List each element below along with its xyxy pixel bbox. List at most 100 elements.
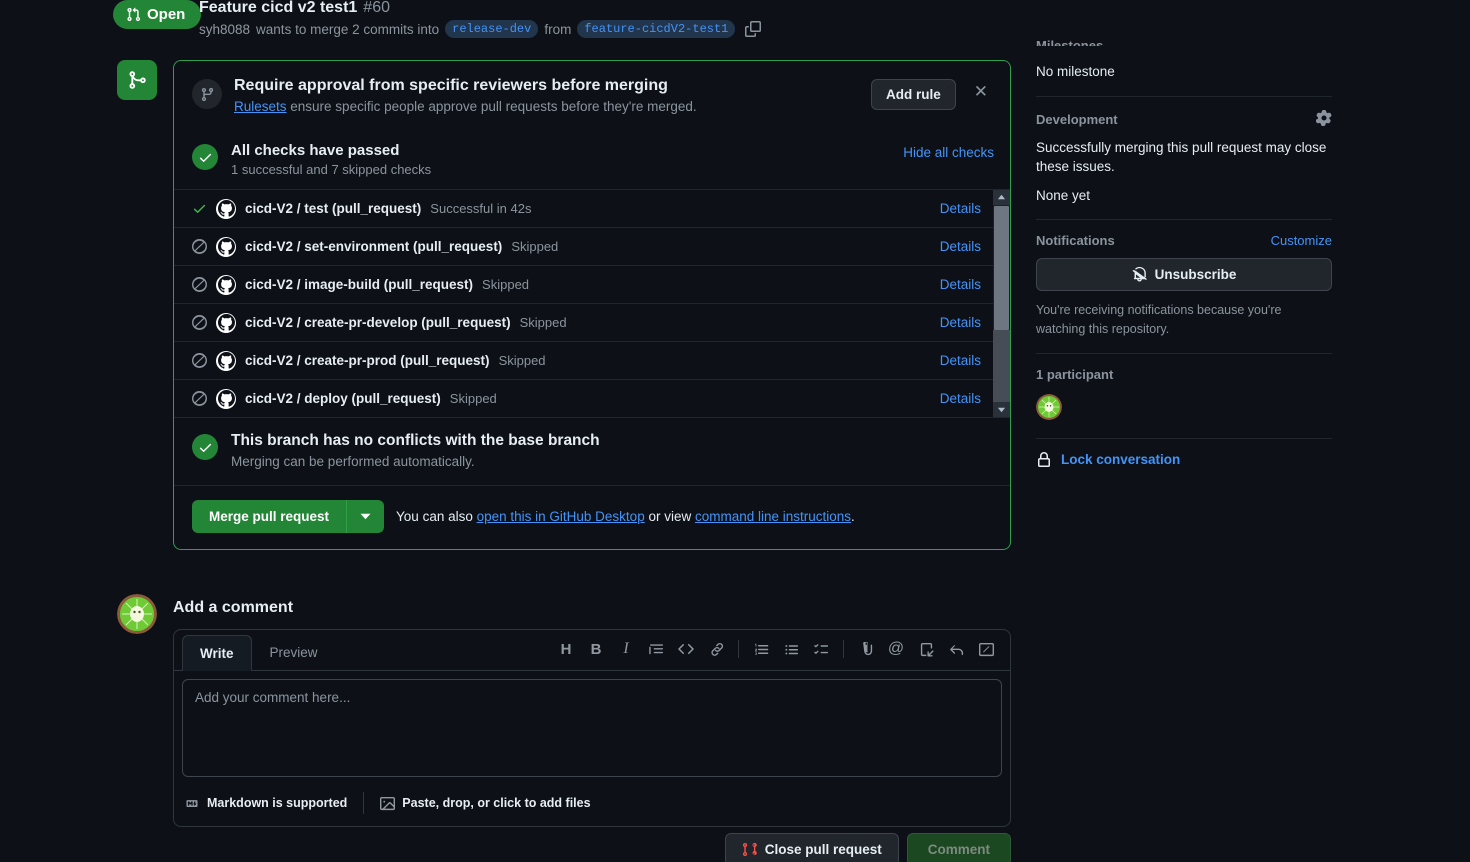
development-body: Successfully merging this pull request m… xyxy=(1036,139,1327,175)
lock-conversation-button[interactable]: Lock conversation xyxy=(1036,451,1332,468)
check-details-link[interactable]: Details xyxy=(940,353,981,368)
check-name: cicd-V2 / test (pull_request) xyxy=(245,201,422,216)
copy-icon[interactable] xyxy=(745,21,762,37)
check-details-link[interactable]: Details xyxy=(940,239,981,254)
conflict-title: This branch has no conflicts with the ba… xyxy=(231,432,600,449)
status-badge: Open xyxy=(113,0,202,29)
avatar[interactable] xyxy=(117,594,157,634)
chevron-down-icon[interactable] xyxy=(346,500,385,533)
toolbar-divider xyxy=(738,640,739,658)
pull-request-page: Open Feature cicd v2 test1 #60 syh8088 w… xyxy=(0,0,1470,862)
github-logo-icon xyxy=(216,274,236,295)
conflict-success-icon xyxy=(192,434,218,460)
scrollbar-track[interactable] xyxy=(993,330,1010,402)
checks-scroll-area: cicd-V2 / test (pull_request) Successful … xyxy=(174,190,993,417)
close-pull-request-button[interactable]: Close pull request xyxy=(724,833,899,862)
merge-pull-request-button[interactable]: Merge pull request xyxy=(192,500,347,533)
markdown-supported-label: Markdown is supported xyxy=(207,796,348,810)
check-row[interactable]: cicd-V2 / test (pull_request) Successful … xyxy=(174,190,993,228)
check-status: Skipped xyxy=(498,353,546,368)
check-row[interactable]: cicd-V2 / create-pr-develop (pull_reques… xyxy=(174,304,993,342)
ruleset-description: Rulesets ensure specific people approve … xyxy=(234,99,859,114)
scrollbar-up-arrow[interactable] xyxy=(993,190,1010,205)
add-rule-button[interactable]: Add rule xyxy=(870,79,956,110)
github-logo-icon xyxy=(216,388,236,409)
close-pull-request-label: Close pull request xyxy=(764,842,882,857)
timeline-merge-badge xyxy=(117,60,157,100)
check-status: Skipped xyxy=(449,391,497,406)
pr-author[interactable]: syh8088 xyxy=(199,22,250,37)
scrollbar-down-arrow[interactable] xyxy=(993,402,1010,417)
bulleted-list-icon[interactable] xyxy=(777,636,805,662)
check-details-link[interactable]: Details xyxy=(940,315,981,330)
gear-icon[interactable] xyxy=(1315,109,1332,129)
hide-all-checks-link[interactable]: Hide all checks xyxy=(903,145,994,160)
markdown-supported-note[interactable]: Markdown is supported xyxy=(184,796,347,810)
development-none: None yet xyxy=(1036,187,1091,203)
tab-preview[interactable]: Preview xyxy=(252,634,336,670)
attachment-icon[interactable] xyxy=(852,636,880,662)
pull-request-icon xyxy=(127,7,141,22)
check-row[interactable]: cicd-V2 / image-build (pull_request) Skip… xyxy=(174,266,993,304)
checks-list: cicd-V2 / test (pull_request) Successful … xyxy=(174,189,1010,417)
unsubscribe-button[interactable]: Unsubscribe xyxy=(1036,258,1332,292)
conflict-text: This branch has no conflicts with the ba… xyxy=(231,432,600,469)
italic-icon[interactable]: I xyxy=(612,636,640,662)
quote-icon[interactable] xyxy=(642,636,670,662)
milestone-value: No milestone xyxy=(1036,64,1115,79)
checks-scrollbar[interactable] xyxy=(993,190,1010,417)
ruleset-banner: Require approval from specific reviewers… xyxy=(174,61,1010,130)
git-branch-icon xyxy=(192,79,222,109)
check-skipped-icon xyxy=(192,353,207,368)
milestone-heading: Milestones xyxy=(1036,38,1104,46)
check-row[interactable]: cicd-V2 / create-pr-prod (pull_request) S… xyxy=(174,342,993,380)
markdown-icon xyxy=(186,799,198,807)
close-icon[interactable]: ✕ xyxy=(968,79,994,104)
tab-write[interactable]: Write xyxy=(182,635,252,671)
rulesets-link[interactable]: Rulesets xyxy=(234,99,287,114)
comment-input[interactable] xyxy=(182,679,1002,777)
task-list-icon[interactable] xyxy=(807,636,835,662)
command-line-link[interactable]: command line instructions xyxy=(695,509,851,524)
add-comment-heading: Add a comment xyxy=(173,599,294,616)
check-success-icon xyxy=(192,144,218,170)
mention-icon[interactable]: @ xyxy=(882,636,910,662)
merge-alt-suffix: . xyxy=(851,509,855,524)
pr-header: Open Feature cicd v2 test1 #60 syh8088 w… xyxy=(0,0,1010,46)
merge-alt-middle: or view xyxy=(644,509,695,524)
participant-avatar[interactable] xyxy=(1036,393,1062,420)
reply-icon[interactable] xyxy=(942,636,970,662)
check-row[interactable]: cicd-V2 / set-environment (pull_request)… xyxy=(174,228,993,266)
base-branch-badge[interactable]: release-dev xyxy=(445,20,539,38)
check-details-link[interactable]: Details xyxy=(940,391,981,406)
comment-box: Write Preview HBI @ Markdown is supported… xyxy=(173,629,1011,827)
scrollbar-thumb[interactable] xyxy=(994,206,1009,330)
check-details-link[interactable]: Details xyxy=(940,277,981,292)
check-details-link[interactable]: Details xyxy=(940,201,981,216)
fullscreen-icon[interactable] xyxy=(972,636,1000,662)
merge-alternatives: You can also open this in GitHub Desktop… xyxy=(396,509,855,524)
customize-link[interactable]: Customize xyxy=(1271,233,1332,248)
heading-icon[interactable]: H xyxy=(552,636,580,662)
numbered-list-icon[interactable] xyxy=(747,636,775,662)
ruleset-title: Require approval from specific reviewers… xyxy=(234,77,668,94)
attach-files-note[interactable]: Paste, drop, or click to add files xyxy=(380,796,591,811)
git-merge-icon xyxy=(129,71,146,89)
saved-reply-icon[interactable] xyxy=(912,636,940,662)
code-icon[interactable] xyxy=(672,636,700,662)
head-branch-badge[interactable]: feature-cicdV2-test1 xyxy=(577,20,736,38)
lock-conversation-label: Lock conversation xyxy=(1061,452,1181,468)
comment-submit-button[interactable]: Comment xyxy=(906,833,1011,862)
development-heading: Development xyxy=(1036,111,1118,127)
divider xyxy=(1036,352,1332,354)
checks-summary: All checks have passed 1 successful and … xyxy=(231,142,431,177)
comment-tabs: Write Preview H B I @ xyxy=(174,630,1010,671)
github-desktop-link[interactable]: open this in GitHub Desktop xyxy=(477,509,645,524)
lock-icon xyxy=(1038,451,1050,467)
check-skipped-icon xyxy=(192,239,207,254)
check-row[interactable]: cicd-V2 / deploy (pull_request) Skipped De… xyxy=(174,380,993,417)
notifications-heading: Notifications xyxy=(1036,233,1115,249)
bold-icon[interactable]: B xyxy=(582,636,610,662)
link-icon[interactable] xyxy=(702,636,730,662)
attach-files-label: Paste, drop, or click to add files xyxy=(402,796,591,810)
